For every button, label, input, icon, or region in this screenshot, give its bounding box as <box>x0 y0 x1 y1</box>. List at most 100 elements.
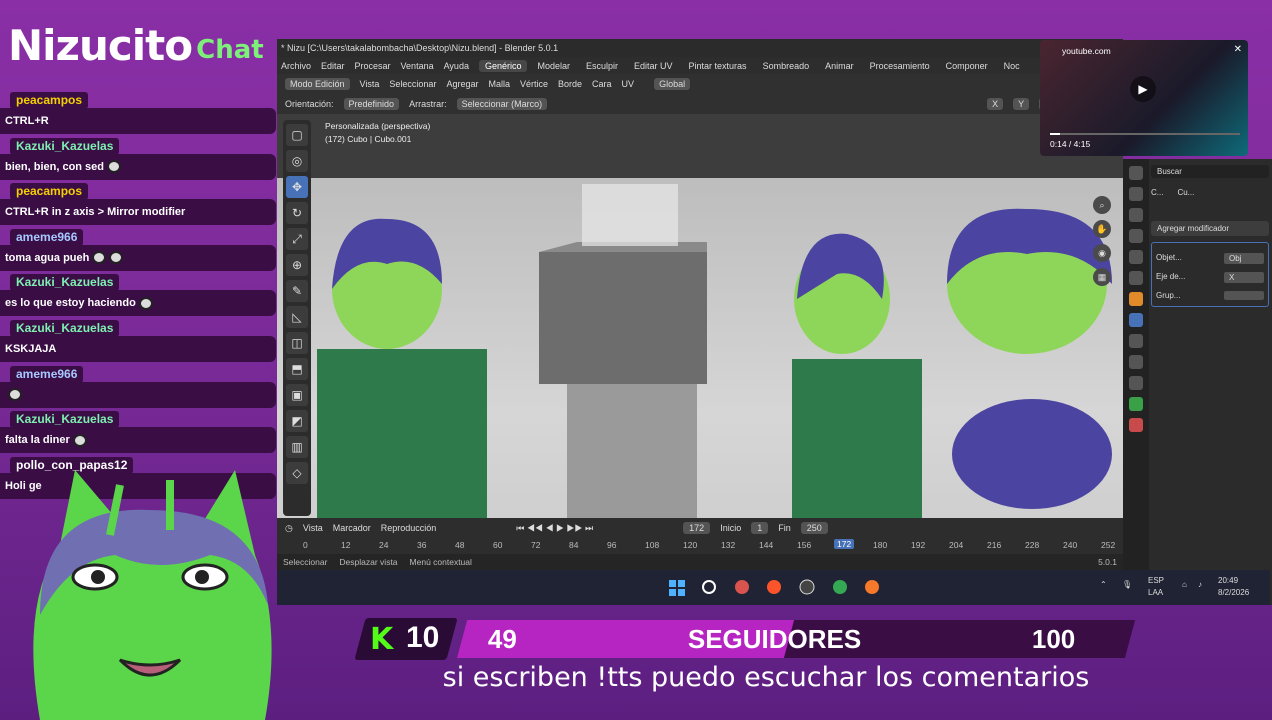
drag-select[interactable]: Seleccionar (Marco) <box>456 98 548 110</box>
viewport-menu-item[interactable]: Agregar <box>446 79 478 89</box>
workspace-tab[interactable]: Editar UV <box>628 60 679 72</box>
workspace-tab[interactable]: Modelar <box>531 60 576 72</box>
timeline-menu-item[interactable]: Reproducción <box>381 523 437 533</box>
chat-username[interactable]: Kazuki_Kazuelas <box>10 274 120 292</box>
workspace-tab[interactable]: Genérico <box>478 59 528 72</box>
mirror-axis-x[interactable]: X <box>987 98 1004 110</box>
move-tool[interactable]: ✥ <box>286 176 308 198</box>
chevron-up-icon[interactable]: ⌃ <box>1100 580 1107 589</box>
workspace-tab[interactable]: Pintar texturas <box>683 60 753 72</box>
menu-item[interactable]: Ayuda <box>444 61 469 71</box>
viewport-menu-item[interactable]: Vista <box>360 79 380 89</box>
workspace-tab[interactable]: Sombreado <box>757 60 816 72</box>
menu-item[interactable]: Ventana <box>401 61 434 71</box>
scene-tab-icon[interactable] <box>1129 250 1143 264</box>
property-value[interactable] <box>1224 291 1264 300</box>
annotate-tool[interactable]: ✎ <box>286 280 308 302</box>
property-value[interactable]: X <box>1224 272 1264 283</box>
add-cube-tool[interactable]: ◫ <box>286 332 308 354</box>
zoom-icon[interactable]: ⌕ <box>1093 196 1111 214</box>
3d-viewport[interactable]: Personalizada (perspectiva) (172) Cubo |… <box>277 114 1123 518</box>
youtube-progress[interactable] <box>1050 133 1240 135</box>
loop-cut-tool[interactable]: ▥ <box>286 436 308 458</box>
frame-ruler[interactable]: 0122436486072849610812013214415616180192… <box>277 540 1123 552</box>
chat-body: KSKJAJA <box>0 336 276 362</box>
network-icon[interactable]: ⌂ <box>1182 580 1187 589</box>
ruler-tick-label: 84 <box>569 540 579 550</box>
chat-username[interactable]: Kazuki_Kazuelas <box>10 320 120 337</box>
render-tab-icon[interactable] <box>1129 187 1143 201</box>
chat-username[interactable]: ameme966 <box>10 365 84 383</box>
knife-tool[interactable]: ◇ <box>286 462 308 484</box>
add-modifier-button[interactable]: Agregar modificador <box>1151 221 1269 236</box>
measure-tool[interactable]: ◺ <box>286 306 308 328</box>
viewport-menu-item[interactable]: Vértice <box>520 79 548 89</box>
object-tab-icon[interactable] <box>1129 292 1143 306</box>
menu-item[interactable]: Archivo <box>281 61 311 71</box>
world-tab-icon[interactable] <box>1129 271 1143 285</box>
scale-tool[interactable]: ⤢ <box>286 228 308 250</box>
transform-tool[interactable]: ⊕ <box>286 254 308 276</box>
playback-controls[interactable]: ⏮ ◀◀ ◀ ▶ ▶▶ ⏭ <box>516 523 593 534</box>
inset-tool[interactable]: ▣ <box>286 384 308 406</box>
menu-item[interactable]: Procesar <box>355 61 391 71</box>
blender-window[interactable]: * Nizu [C:\Users\takalabombacha\Desktop\… <box>277 39 1123 605</box>
cursor-tool[interactable]: ◎ <box>286 150 308 172</box>
data-tab-icon[interactable] <box>1129 397 1143 411</box>
workspace-tab[interactable]: Procesamiento <box>864 60 936 72</box>
end-frame-field[interactable]: 250 <box>800 522 828 534</box>
workspace-tab[interactable]: Componer <box>940 60 994 72</box>
mode-select[interactable]: Modo Edición <box>285 78 350 90</box>
output-tab-icon[interactable] <box>1129 208 1143 222</box>
timeline-editor-icon[interactable]: ◷ <box>285 523 293 534</box>
particles-tab-icon[interactable] <box>1129 334 1143 348</box>
viewport-menu-item[interactable]: Malla <box>488 79 510 89</box>
play-icon[interactable]: ▶ <box>1130 76 1156 102</box>
timeline-menu-item[interactable]: Marcador <box>333 523 371 533</box>
close-icon[interactable]: ✕ <box>1234 44 1242 55</box>
mirror-axis-y[interactable]: Y <box>1013 98 1030 110</box>
viewport-menu-item[interactable]: Borde <box>558 79 582 89</box>
orientation-default-select[interactable]: Predefinido <box>343 98 400 110</box>
chat-username[interactable]: Kazuki_Kazuelas <box>10 137 120 155</box>
rotate-tool[interactable]: ↻ <box>286 202 308 224</box>
tray-region[interactable]: LAA <box>1148 588 1163 597</box>
view-layer-tab-icon[interactable] <box>1129 229 1143 243</box>
modifier-tab-icon[interactable] <box>1129 313 1143 327</box>
menu-item[interactable]: Editar <box>321 61 345 71</box>
property-value[interactable]: Obj <box>1224 253 1264 264</box>
bevel-tool[interactable]: ◩ <box>286 410 308 432</box>
material-tab-icon[interactable] <box>1129 418 1143 432</box>
blender-icon <box>865 580 879 594</box>
volume-icon[interactable]: ♪ <box>1198 580 1202 589</box>
orientation-select[interactable]: Global <box>654 78 691 90</box>
viewport-menu-item[interactable]: Seleccionar <box>389 79 436 89</box>
workspace-tab[interactable]: Animar <box>819 60 860 72</box>
chat-username[interactable]: peacampos <box>10 183 89 201</box>
physics-tab-icon[interactable] <box>1129 355 1143 369</box>
chat-username[interactable]: peacampos <box>10 92 89 109</box>
camera-icon[interactable]: ◉ <box>1093 244 1111 262</box>
select-box-tool[interactable]: ▢ <box>286 124 308 146</box>
tray-time[interactable]: 20:49 <box>1218 576 1238 585</box>
viewport-menu-item[interactable]: UV <box>622 79 635 89</box>
viewport-menu-item[interactable]: Cara <box>592 79 612 89</box>
workspace-tab[interactable]: Noc <box>998 60 1026 72</box>
workspace-tab[interactable]: Esculpir <box>580 60 624 72</box>
tool-tab-icon[interactable] <box>1129 166 1143 180</box>
grid-icon[interactable]: ▦ <box>1093 268 1111 286</box>
mic-icon[interactable]: 🎙 <box>1122 580 1132 589</box>
tray-lang[interactable]: ESP <box>1148 576 1164 585</box>
tray-date[interactable]: 8/2/2026 <box>1218 588 1249 597</box>
chat-username[interactable]: ameme966 <box>10 228 84 246</box>
extrude-tool[interactable]: ⬒ <box>286 358 308 380</box>
start-frame-field[interactable]: 1 <box>751 522 769 534</box>
constraints-tab-icon[interactable] <box>1129 376 1143 390</box>
timeline-menu-item[interactable]: Vista <box>303 523 323 533</box>
pan-hand-icon[interactable]: ✋ <box>1093 220 1111 238</box>
current-frame-field[interactable]: 172 <box>683 522 711 534</box>
properties-search[interactable]: Buscar <box>1151 165 1269 178</box>
current-frame-marker[interactable]: 172 <box>834 539 855 549</box>
youtube-miniplayer[interactable]: youtube.com ▶ 0:14 / 4:15 ✕ <box>1040 40 1248 156</box>
chat-username[interactable]: Kazuki_Kazuelas <box>10 411 120 429</box>
